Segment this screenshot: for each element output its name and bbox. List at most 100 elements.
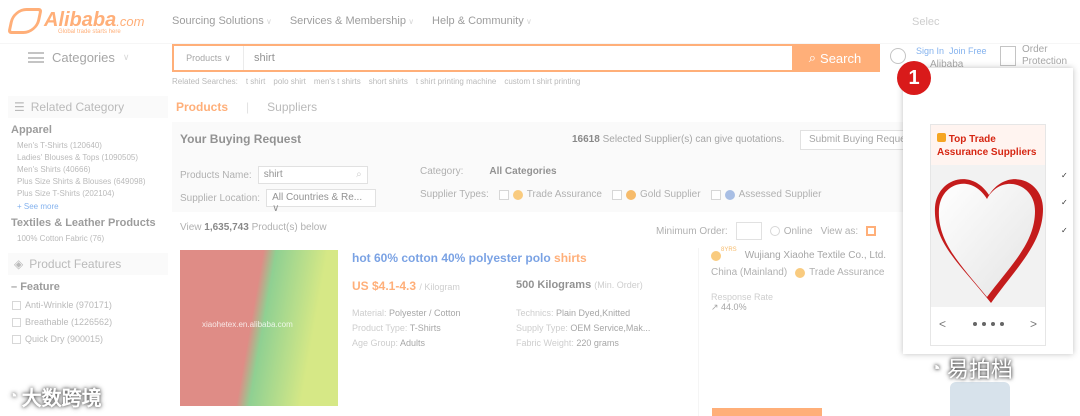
category-row: Category: All Categories [420, 166, 557, 177]
supplier-location-label: Supplier Location: [180, 192, 261, 204]
category-item[interactable]: Men's Shirts (40666) [17, 164, 168, 176]
tab-suppliers[interactable]: Suppliers [267, 100, 317, 114]
feature-checkbox[interactable]: Anti-Wrinkle (970171) [12, 297, 168, 314]
top-nav: Sourcing Solutions Services & Membership… [172, 15, 532, 27]
results-count: View 1,635,743 Product(s) below [180, 222, 327, 233]
related-search-link[interactable]: polo shirt [273, 77, 305, 86]
tick-mark: ✓ [1061, 226, 1068, 235]
feature-group[interactable]: – Feature [11, 281, 168, 293]
panel-title: Top Trade Assurance Suppliers [937, 134, 1037, 158]
search-button-label: Search [820, 50, 862, 66]
step-marker: 1 [897, 61, 931, 95]
related-search-link[interactable]: short shirts [369, 77, 408, 86]
document-icon [1000, 46, 1016, 66]
feature-checkbox[interactable]: Quick Dry (900015) [12, 331, 168, 348]
product-attributes-right: Technics: Plain Dyed,Knitted Supply Type… [516, 308, 651, 348]
chevron-down-icon: ∨ [122, 52, 130, 62]
image-watermark: xiaohetex.en.alibaba.com [202, 320, 293, 329]
logo-domain: .com [116, 14, 145, 29]
menu-icon [28, 52, 44, 63]
trophy-icon [937, 133, 946, 142]
category-item[interactable]: 100% Cotton Fabric (76) [17, 233, 168, 245]
category-item[interactable]: Plus Size Shirts & Blouses (649098) [17, 176, 168, 188]
feature-label: Anti-Wrinkle (970171) [25, 300, 112, 310]
response-rate-label: Response Rate [711, 292, 774, 302]
order-protection-label: Order Protection [1022, 44, 1068, 67]
chevron-down-icon: ∨ [224, 52, 231, 63]
contact-supplier-button[interactable] [712, 408, 822, 416]
category-value[interactable]: All Categories [489, 166, 556, 177]
search-type-select[interactable]: Products ∨ [174, 46, 244, 70]
layers-icon: ◈ [14, 257, 24, 271]
supplier-location: China (Mainland) [711, 267, 788, 278]
supplier-location-select[interactable]: All Countries & Re... ∨ [266, 189, 377, 214]
category-group[interactable]: Textiles & Leather Products [11, 217, 168, 229]
buying-request-panel: Your Buying Request 16618 Selected Suppl… [172, 122, 920, 214]
related-searches-label: Related Searches: [172, 77, 238, 86]
product-name-label: Products Name: [180, 169, 252, 181]
related-search-link[interactable]: custom t shirt printing [504, 77, 580, 86]
submit-buying-request-button[interactable]: Submit Buying Request [800, 130, 920, 150]
assessed-supplier-icon [724, 189, 735, 200]
sign-in-link[interactable]: Sign In [916, 46, 944, 56]
view-as-label: View as: [820, 225, 859, 237]
watermark-right: ◔ 易拍档 [930, 357, 1013, 384]
related-search-link[interactable]: men's t shirts [314, 77, 361, 86]
online-checkbox[interactable]: Online [769, 226, 813, 237]
logo-tagline: Global trade starts here [58, 29, 121, 35]
product-name-row: Products Name: shirt ⌕ [180, 166, 368, 184]
see-more-link[interactable]: + See more [17, 202, 168, 211]
tab-products[interactable]: Products [176, 100, 228, 114]
supplier-name-link[interactable]: Wujiang Xiaohe Textile Co., Ltd. [745, 250, 886, 261]
gold-supplier-icon [625, 189, 636, 200]
supplier-carousel: Top Trade Assurance Suppliers < > [930, 124, 1046, 346]
carousel-next-button[interactable]: > [1030, 317, 1037, 331]
assessed-supplier-checkbox[interactable]: Assessed Supplier [710, 189, 821, 200]
search-button[interactable]: ⌕ Search [792, 46, 878, 70]
supplier-years: 8YRS [721, 246, 737, 253]
nav-help-community[interactable]: Help & Community [432, 15, 532, 27]
trade-assurance-icon [795, 267, 806, 278]
nav-services-membership[interactable]: Services & Membership [290, 15, 414, 27]
product-features-title: Product Features [29, 257, 122, 271]
product-image[interactable]: xiaohetex.en.alibaba.com [180, 250, 338, 406]
related-search-link[interactable]: t shirt [246, 77, 266, 86]
category-item[interactable]: Ladies' Blouses & Tops (1090505) [17, 152, 168, 164]
tick-mark: ✓ [1061, 198, 1068, 207]
category-group[interactable]: Apparel [11, 124, 168, 136]
trade-assurance-icon [512, 189, 523, 200]
category-label: Category: [420, 166, 464, 177]
carousel-nav: < > [931, 309, 1045, 339]
related-search-link[interactable]: t shirt printing machine [416, 77, 496, 86]
language-select[interactable]: Selec [912, 16, 940, 28]
gold-supplier-checkbox[interactable]: Gold Supplier [611, 189, 701, 200]
feature-label: Breathable (1226562) [25, 317, 113, 327]
min-order-input[interactable] [735, 222, 762, 240]
feature-checkbox[interactable]: Breathable (1226562) [12, 314, 168, 331]
heart-image[interactable] [931, 165, 1045, 307]
search-icon: ⌕ [356, 169, 362, 180]
category-item[interactable]: Men's T-Shirts (120640) [17, 140, 168, 152]
buying-request-title: Your Buying Request [180, 132, 302, 146]
feature-label: Quick Dry (900015) [25, 334, 104, 344]
grid-view-icon[interactable] [866, 226, 877, 236]
search-input[interactable] [244, 46, 792, 70]
alibaba-logo[interactable]: Alibaba.com Global trade starts here [7, 8, 145, 35]
trade-assurance-badge[interactable]: Trade Assurance [809, 267, 884, 278]
supplier-info: 8YRS Wujiang Xiaohe Textile Co., Ltd. Ch… [698, 246, 906, 416]
join-free-link[interactable]: Join Free [949, 46, 987, 56]
trade-assurance-checkbox[interactable]: Trade Assurance [498, 189, 602, 200]
categories-button[interactable]: Categories ∨ [28, 50, 129, 65]
nav-sourcing-solutions[interactable]: Sourcing Solutions [172, 15, 272, 27]
product-min-order: 500 Kilograms (Min. Order) [516, 279, 643, 291]
shirt-thumbnail [950, 382, 1010, 416]
product-price: US $4.1-4.3 / Kilogram [352, 279, 460, 293]
product-name-field[interactable]: shirt ⌕ [257, 166, 368, 184]
results-toolbar: View 1,635,743 Product(s) below Minimum … [172, 218, 908, 240]
carousel-prev-button[interactable]: < [939, 317, 946, 331]
category-item[interactable]: Plus Size T-Shirts (202104) [17, 188, 168, 200]
trade-assurance-panel: Top Trade Assurance Suppliers < > ✓ ✓ ✓ [903, 68, 1073, 354]
related-searches: Related Searches: t shirt polo shirt men… [172, 77, 580, 86]
top-bar: Alibaba.com Global trade starts here Sou… [0, 0, 1080, 44]
product-title-link[interactable]: hot 60% cotton 40% polyester polo shirts [352, 251, 587, 265]
